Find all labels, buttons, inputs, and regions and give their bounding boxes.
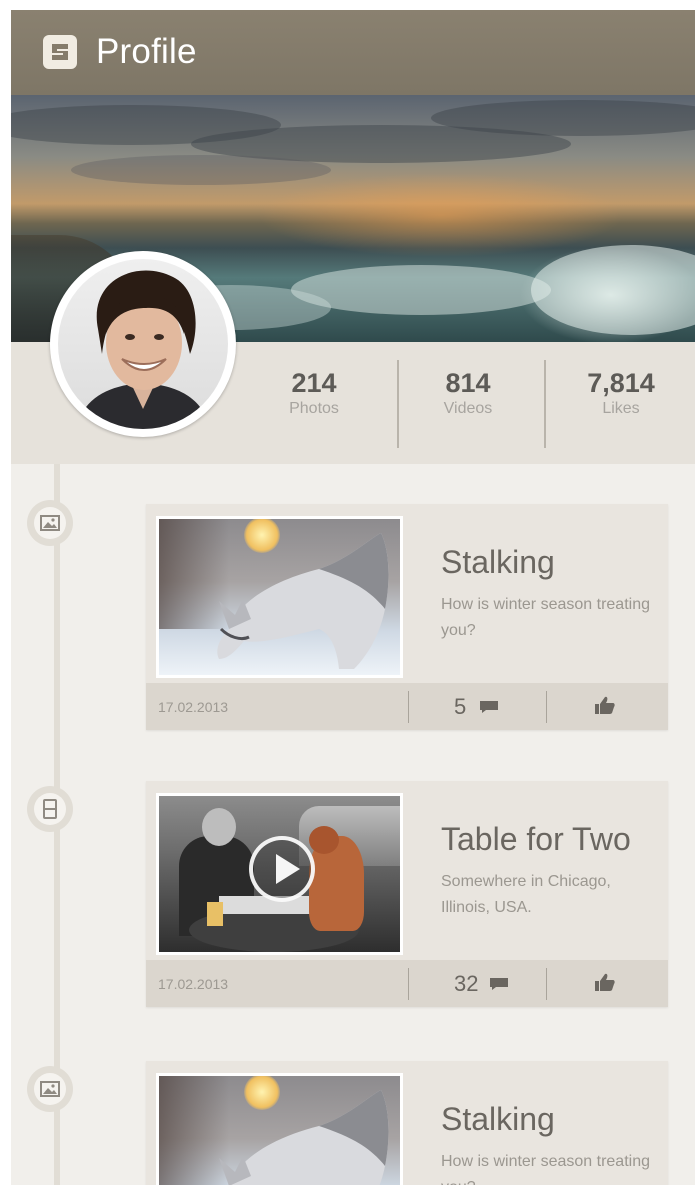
- post-title: Stalking: [441, 1101, 555, 1137]
- comment-icon[interactable]: [479, 700, 499, 714]
- stat-videos[interactable]: 814 Videos: [408, 368, 528, 420]
- stat-value: 814: [445, 368, 491, 398]
- post-description: How is winter season treating you?: [441, 1153, 650, 1185]
- post-description: How is winter season treating you?: [441, 596, 650, 639]
- comment-count[interactable]: 5: [454, 694, 466, 720]
- post-card[interactable]: Stalking How is winter season treating y…: [146, 1061, 668, 1185]
- stat-divider: [544, 360, 546, 448]
- post-video-thumbnail[interactable]: [156, 793, 403, 955]
- footer-divider: [408, 691, 409, 723]
- stat-value: 7,814: [587, 368, 655, 398]
- footer-divider: [408, 968, 409, 1000]
- like-icon[interactable]: [594, 695, 616, 715]
- footer-divider: [546, 691, 547, 723]
- stat-photos[interactable]: 214 Photos: [254, 368, 374, 420]
- stat-label: Photos: [289, 400, 339, 417]
- stat-likes[interactable]: 7,814 Likes: [561, 368, 681, 420]
- page-title: Profile: [96, 32, 197, 71]
- post-card[interactable]: Table for Two Somewhere in Chicago, Illi…: [146, 781, 668, 1007]
- timeline-photo-icon: [27, 1066, 73, 1112]
- comment-icon[interactable]: [489, 977, 509, 991]
- stat-value: 214: [291, 368, 337, 398]
- post-footer: 17.02.2013 5: [146, 683, 668, 730]
- stat-label: Likes: [602, 400, 640, 417]
- post-card[interactable]: Stalking How is winter season treating y…: [146, 504, 668, 730]
- timeline-film-icon: [27, 786, 73, 832]
- post-title: Stalking: [441, 544, 555, 580]
- stat-label: Videos: [443, 400, 493, 417]
- post-title: Table for Two: [441, 821, 631, 857]
- post-description: Somewhere in Chicago, Illinois, USA.: [441, 873, 611, 916]
- comment-count[interactable]: 32: [454, 971, 478, 997]
- footer-divider: [546, 968, 547, 1000]
- timeline-photo-icon: [27, 500, 73, 546]
- app-logo-icon[interactable]: [43, 35, 77, 69]
- post-footer: 17.02.2013 32: [146, 960, 668, 1007]
- app-screen: Profile 214 Photos 814 Videos 7,814 Like…: [11, 10, 695, 1185]
- post-photo[interactable]: [156, 1073, 403, 1185]
- app-bar: Profile: [11, 10, 695, 95]
- like-icon[interactable]: [594, 972, 616, 992]
- stat-divider: [397, 360, 399, 448]
- post-date: 17.02.2013: [158, 976, 229, 992]
- post-date: 17.02.2013: [158, 699, 229, 715]
- post-photo[interactable]: [156, 516, 403, 678]
- play-icon[interactable]: [249, 836, 315, 902]
- avatar[interactable]: [50, 251, 236, 437]
